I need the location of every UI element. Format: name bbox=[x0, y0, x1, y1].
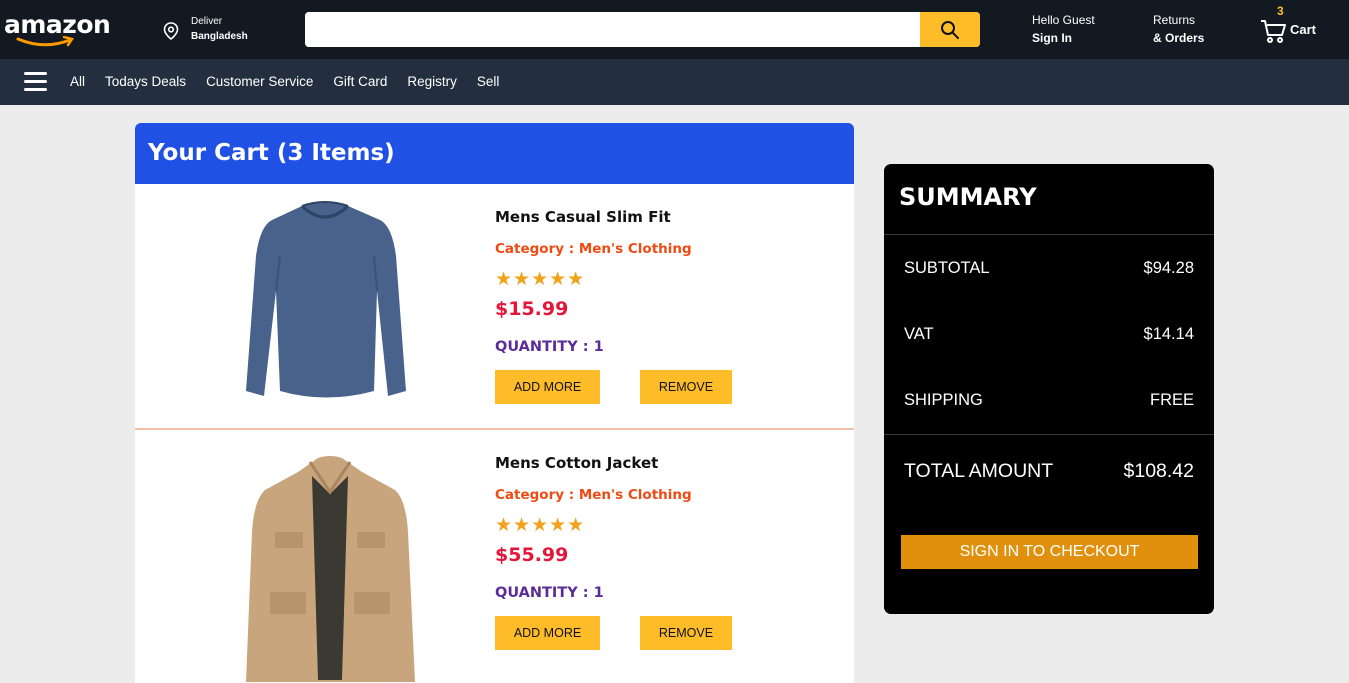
subtotal-value: $94.28 bbox=[1143, 259, 1194, 277]
logo-smile-icon bbox=[16, 36, 75, 47]
vat-label: VAT bbox=[904, 325, 934, 343]
nav-link-gift-card[interactable]: Gift Card bbox=[333, 74, 387, 89]
add-more-button[interactable]: ADD MORE bbox=[495, 616, 600, 650]
product-quantity: QUANTITY : 1 bbox=[495, 339, 604, 355]
cart-icon bbox=[1261, 20, 1286, 43]
search-bar bbox=[305, 12, 980, 47]
product-image-jacket bbox=[246, 456, 415, 682]
sign-in-link[interactable]: Sign In bbox=[1032, 31, 1095, 45]
cart-item: Mens Casual Slim Fit Category : Men's Cl… bbox=[135, 184, 854, 430]
cart-title: Your Cart (3 Items) bbox=[135, 123, 854, 184]
product-quantity: QUANTITY : 1 bbox=[495, 585, 604, 601]
logo-text: amazon bbox=[4, 10, 111, 39]
product-price: $55.99 bbox=[495, 544, 569, 566]
vat-value: $14.14 bbox=[1143, 325, 1194, 343]
summary-divider bbox=[884, 434, 1214, 435]
shipping-label: SHIPPING bbox=[904, 391, 983, 409]
returns-label: Returns bbox=[1153, 13, 1196, 27]
nav-links: All Todays Deals Customer Service Gift C… bbox=[70, 74, 519, 89]
product-price: $15.99 bbox=[495, 298, 569, 320]
returns-orders[interactable]: Returns & Orders bbox=[1153, 13, 1204, 45]
deliver-label: Deliver bbox=[191, 16, 223, 27]
total-label: TOTAL AMOUNT bbox=[904, 460, 1054, 482]
vat-row: VAT $14.14 bbox=[904, 325, 1194, 344]
product-name: Mens Casual Slim Fit bbox=[495, 208, 671, 226]
greeting-text: Hello Guest bbox=[1032, 13, 1095, 27]
nav-link-customer-service[interactable]: Customer Service bbox=[206, 74, 313, 89]
product-category: Category : Men's Clothing bbox=[495, 241, 692, 257]
cart-button[interactable]: 3 Cart bbox=[1260, 4, 1340, 48]
nav-link-sell[interactable]: Sell bbox=[477, 74, 500, 89]
account-menu[interactable]: Hello Guest Sign In bbox=[1032, 13, 1095, 45]
hamburger-menu-icon[interactable] bbox=[24, 72, 47, 92]
cart-count-badge: 3 bbox=[1277, 4, 1284, 18]
star-rating-icon: ★★★★★ bbox=[495, 515, 586, 536]
nav-link-registry[interactable]: Registry bbox=[407, 74, 457, 89]
subtotal-label: SUBTOTAL bbox=[904, 259, 990, 277]
product-name: Mens Cotton Jacket bbox=[495, 454, 659, 472]
product-image-tshirt bbox=[246, 201, 406, 398]
summary-title: SUMMARY bbox=[899, 183, 1037, 211]
search-input[interactable] bbox=[305, 12, 905, 47]
search-icon bbox=[941, 20, 959, 39]
add-more-button[interactable]: ADD MORE bbox=[495, 370, 600, 404]
shipping-row: SHIPPING FREE bbox=[904, 391, 1194, 410]
total-value: $108.42 bbox=[1123, 460, 1195, 482]
search-button[interactable] bbox=[920, 12, 980, 47]
product-category: Category : Men's Clothing bbox=[495, 487, 692, 503]
cart-label: Cart bbox=[1290, 22, 1317, 37]
cart-panel: Your Cart (3 Items) Mens Casual Slim Fit… bbox=[135, 123, 854, 683]
nav-link-all[interactable]: All bbox=[70, 74, 85, 89]
order-summary: SUMMARY SUBTOTAL $94.28 VAT $14.14 SHIPP… bbox=[884, 164, 1214, 614]
secondary-navbar: All Todays Deals Customer Service Gift C… bbox=[0, 59, 1349, 105]
location-pin-icon bbox=[163, 22, 179, 40]
star-rating-icon: ★★★★★ bbox=[495, 269, 586, 290]
nav-link-todays-deals[interactable]: Todays Deals bbox=[105, 74, 186, 89]
subtotal-row: SUBTOTAL $94.28 bbox=[904, 259, 1194, 278]
sign-in-checkout-button[interactable]: SIGN IN TO CHECKOUT bbox=[901, 535, 1198, 569]
amazon-logo[interactable]: amazon bbox=[4, 8, 111, 50]
shipping-value: FREE bbox=[1149, 391, 1194, 409]
orders-label: & Orders bbox=[1153, 31, 1205, 45]
cart-item: Mens Cotton Jacket Category : Men's Clot… bbox=[135, 430, 854, 682]
top-navbar: amazon Deliver Bangladesh Hello Guest Si… bbox=[0, 0, 1349, 59]
summary-divider bbox=[884, 234, 1214, 235]
remove-button[interactable]: REMOVE bbox=[640, 616, 732, 650]
total-row: TOTAL AMOUNT $108.42 bbox=[904, 460, 1194, 483]
remove-button[interactable]: REMOVE bbox=[640, 370, 732, 404]
deliver-location-name: Bangladesh bbox=[191, 31, 248, 42]
